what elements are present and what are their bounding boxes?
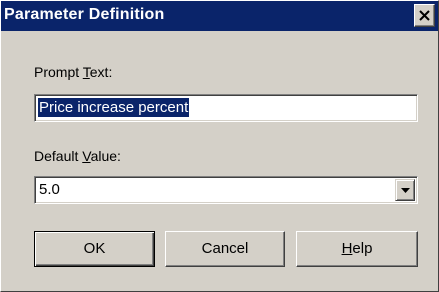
default-value-dropdown-button[interactable] [395,179,415,201]
chevron-down-icon [401,188,410,193]
default-value-combobox[interactable]: 5.0 [34,176,418,204]
ok-button[interactable]: OK [34,231,155,267]
prompt-text-value[interactable]: Price increase percent [38,98,190,117]
dialog-title: Parameter Definition [4,6,165,23]
cancel-button[interactable]: Cancel [165,231,285,267]
prompt-text-mnemonic: T [82,64,90,80]
title-bar[interactable]: Parameter Definition [1,1,438,31]
default-value-label: Default Value: [34,148,121,164]
default-value-value[interactable]: 5.0 [39,180,60,199]
close-icon [419,10,430,21]
default-value-mnemonic: V [82,148,91,164]
help-mnemonic: H [341,240,353,257]
help-button-label: elp [352,240,373,257]
prompt-text-label: Prompt Text: [34,64,113,80]
cancel-button-label: Cancel [201,240,249,257]
close-button[interactable] [414,4,435,27]
parameter-definition-dialog: Parameter Definition Prompt Text: Price … [0,0,439,292]
ok-button-label: OK [83,240,106,257]
help-button[interactable]: Help [296,231,418,267]
prompt-text-input[interactable]: Price increase percent [34,94,418,122]
